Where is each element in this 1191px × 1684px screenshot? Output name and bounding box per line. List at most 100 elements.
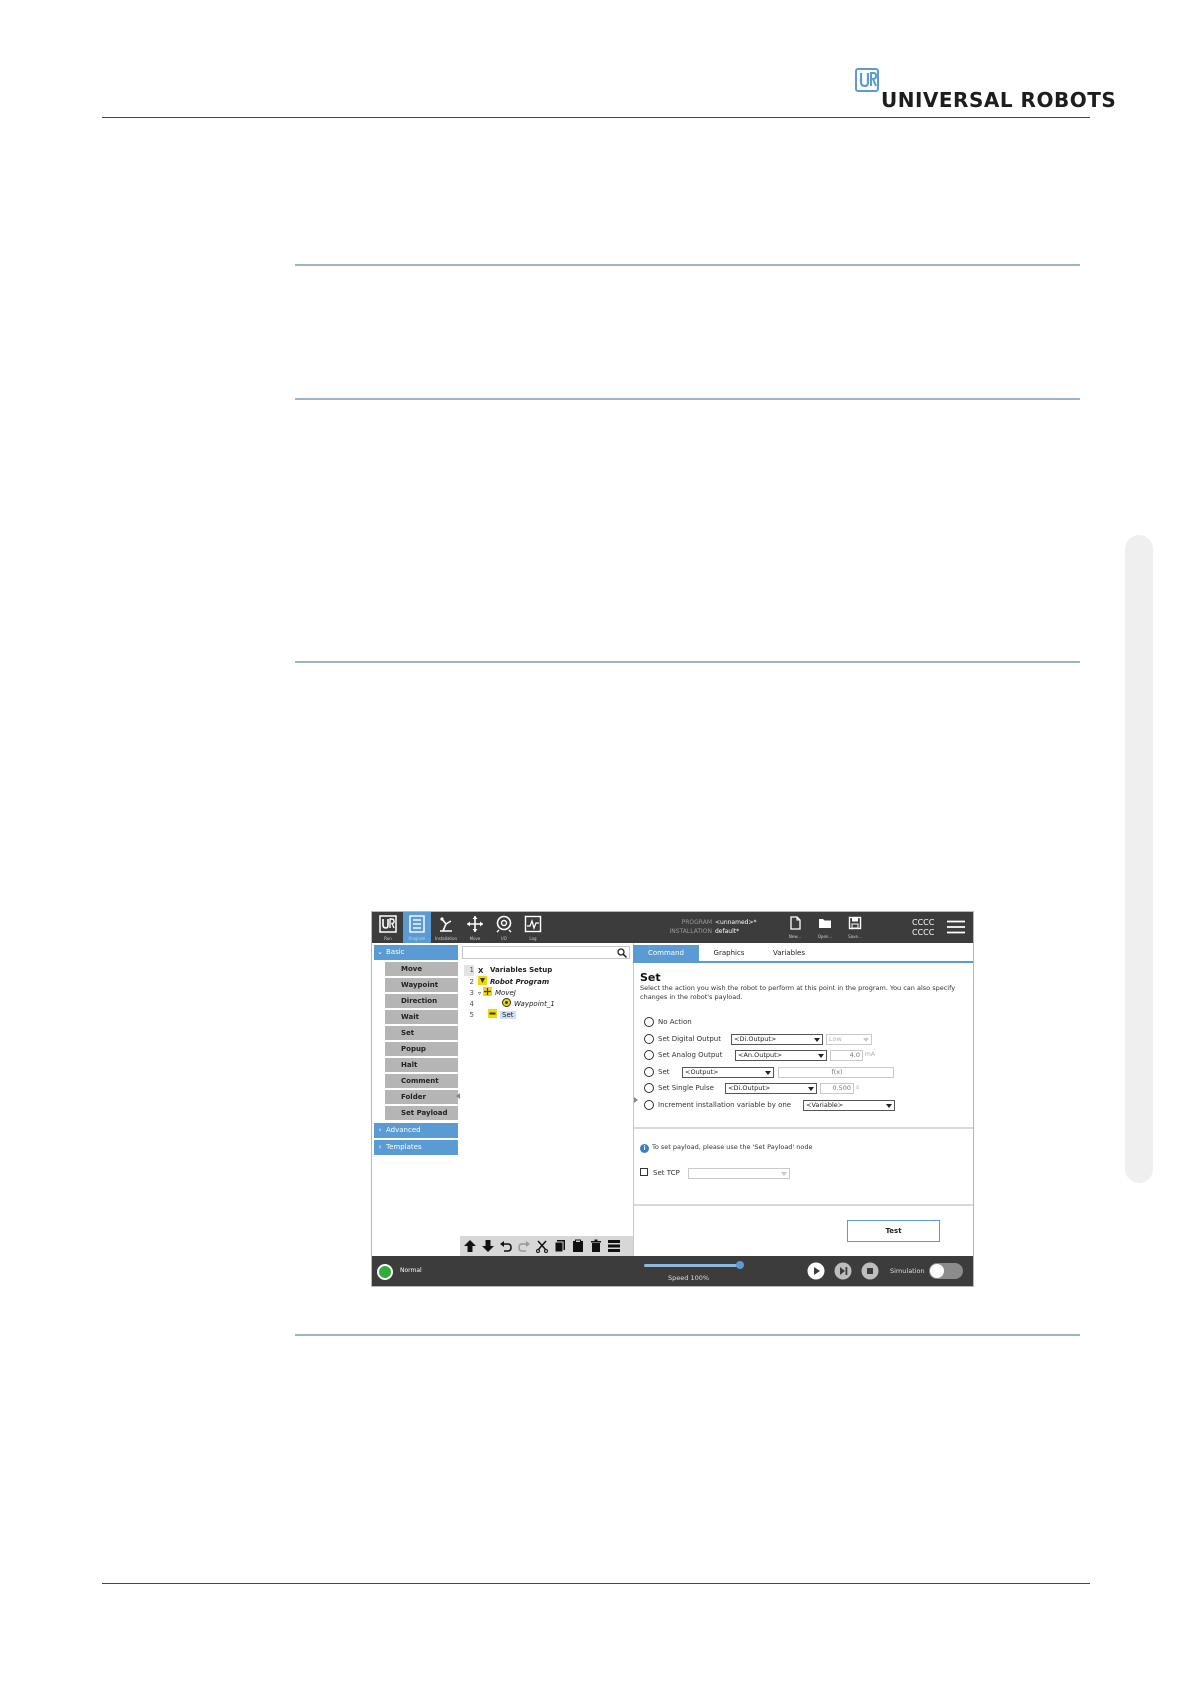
radio-button[interactable] [644, 1083, 654, 1093]
radio-button[interactable] [644, 1067, 654, 1077]
palette-item-halt[interactable]: Halt [385, 1058, 458, 1072]
log-tab-button[interactable]: Log [519, 912, 547, 943]
save-label: Save... [848, 934, 862, 939]
copy-icon[interactable] [553, 1239, 567, 1253]
option-label: Set Digital Output [658, 1035, 721, 1043]
chevron-down-icon [808, 1087, 814, 1091]
program-tab-button[interactable]: Program [403, 912, 431, 943]
basic-category[interactable]: ⌄ Basic [374, 945, 458, 960]
tree-node-label: MoveJ [495, 989, 516, 997]
step-icon[interactable] [834, 1262, 852, 1280]
io-tab-button[interactable]: I/O [490, 912, 518, 943]
simulation-toggle[interactable] [929, 1263, 963, 1279]
set-expression-input[interactable]: f(x) [778, 1067, 894, 1078]
select-value: <Output> [685, 1068, 719, 1076]
palette-item-move[interactable]: Move [385, 962, 458, 976]
new-file-icon [790, 916, 801, 930]
palette-item-waypoint[interactable]: Waypoint [385, 978, 458, 992]
search-icon[interactable] [617, 948, 627, 958]
radio-button[interactable] [644, 1100, 654, 1110]
command-tabs: Command Graphics Variables [633, 945, 973, 963]
select-value: <Di.Output> [734, 1035, 777, 1043]
palette-item-set-payload[interactable]: Set Payload [385, 1106, 458, 1120]
payload-info-text: To set payload, please use the 'Set Payl… [652, 1143, 813, 1151]
line-number: 1 [464, 965, 474, 976]
tree-row[interactable]: 4 Waypoint_1 [464, 998, 555, 1009]
option-label: Set Single Pulse [658, 1084, 714, 1092]
save-button[interactable]: Save... [842, 915, 868, 943]
run-tab-label: Run [384, 936, 392, 941]
analog-value-input[interactable]: 4.0 [830, 1050, 863, 1061]
open-button[interactable]: Open... [812, 915, 838, 943]
ur-logo-icon [855, 68, 879, 92]
analog-output-select[interactable]: <An.Output> [735, 1050, 827, 1061]
hamburger-menu-icon[interactable] [947, 920, 965, 934]
set-output-select[interactable]: <Output> [682, 1067, 774, 1078]
installation-tab-button[interactable]: Installation [432, 912, 460, 943]
io-icon [496, 915, 512, 933]
tab-variables[interactable]: Variables [759, 945, 819, 961]
test-button[interactable]: Test [847, 1220, 940, 1242]
delete-icon[interactable] [589, 1239, 603, 1253]
set-tcp-label: Set TCP [653, 1169, 680, 1177]
variables-icon: X [478, 967, 484, 975]
pulse-unit: s [856, 1084, 860, 1091]
robot-status-indicator[interactable] [377, 1264, 393, 1280]
digital-value-select[interactable]: Low [826, 1034, 872, 1045]
collapse-tree-icon[interactable] [634, 1097, 638, 1103]
palette-item-wait[interactable]: Wait [385, 1010, 458, 1024]
tree-row[interactable]: 3 ▿ MoveJ [464, 987, 516, 998]
set-tcp-checkbox[interactable] [640, 1168, 648, 1176]
play-icon[interactable] [807, 1262, 825, 1280]
tree-row[interactable]: 2 Robot Program [464, 976, 549, 987]
radio-button[interactable] [644, 1017, 654, 1027]
tree-search-input[interactable] [462, 946, 630, 959]
tree-row[interactable]: 5 Set [464, 1009, 516, 1020]
chevron-down-icon [814, 1038, 820, 1042]
stop-icon[interactable] [861, 1262, 879, 1280]
templates-category[interactable]: › Templates [374, 1140, 458, 1155]
pulse-value-input[interactable]: 0.500 [820, 1083, 854, 1094]
digital-output-select[interactable]: <Di.Output> [731, 1034, 823, 1045]
redo-icon[interactable] [517, 1239, 531, 1253]
move-down-icon[interactable] [481, 1239, 495, 1253]
chevron-down-icon [781, 1172, 787, 1176]
palette-item-comment[interactable]: Comment [385, 1074, 458, 1088]
bottom-status-bar: Normal Speed 100% Simulation [372, 1256, 973, 1286]
tab-graphics[interactable]: Graphics [699, 945, 759, 961]
line-number: 5 [469, 1011, 474, 1019]
palette-item-folder[interactable]: Folder [385, 1090, 458, 1104]
palette-item-popup[interactable]: Popup [385, 1042, 458, 1056]
top-toolbar: Run Program Installation Move I/O Log PR… [372, 912, 973, 943]
ur-logo-icon [379, 915, 397, 933]
waypoint-icon [502, 998, 511, 1007]
increment-variable-select[interactable]: <Variable> [803, 1100, 895, 1111]
cut-icon[interactable] [535, 1239, 549, 1253]
radio-button[interactable] [644, 1050, 654, 1060]
installation-icon [440, 917, 452, 932]
save-icon [848, 916, 862, 930]
set-icon [488, 1009, 497, 1018]
new-file-button[interactable]: New... [782, 915, 808, 943]
palette-item-direction[interactable]: Direction [385, 994, 458, 1008]
tab-command[interactable]: Command [633, 945, 699, 961]
move-tab-button[interactable]: Move [461, 912, 489, 943]
program-info-labels: PROGRAM INSTALLATION [642, 918, 712, 936]
move-up-icon[interactable] [463, 1239, 477, 1253]
set-tcp-row[interactable]: Set TCP [640, 1168, 680, 1177]
suppress-icon[interactable] [607, 1239, 621, 1253]
radio-button[interactable] [644, 1034, 654, 1044]
tree-row[interactable]: 1 X Variables Setup [464, 965, 552, 976]
installation-tab-label: Installation [434, 936, 458, 941]
undo-icon[interactable] [499, 1239, 513, 1253]
advanced-category[interactable]: › Advanced [374, 1123, 458, 1138]
tcp-select[interactable] [688, 1168, 790, 1179]
run-tab-button[interactable]: Run [374, 912, 402, 943]
expand-toggle-icon[interactable]: ▿ [478, 990, 481, 997]
palette-item-set[interactable]: Set [385, 1026, 458, 1040]
pulse-output-select[interactable]: <Di.Output> [725, 1083, 817, 1094]
panel-separator [634, 1127, 973, 1129]
speed-slider[interactable] [644, 1264, 740, 1267]
speed-slider-handle[interactable] [736, 1261, 744, 1269]
paste-icon[interactable] [571, 1239, 585, 1253]
